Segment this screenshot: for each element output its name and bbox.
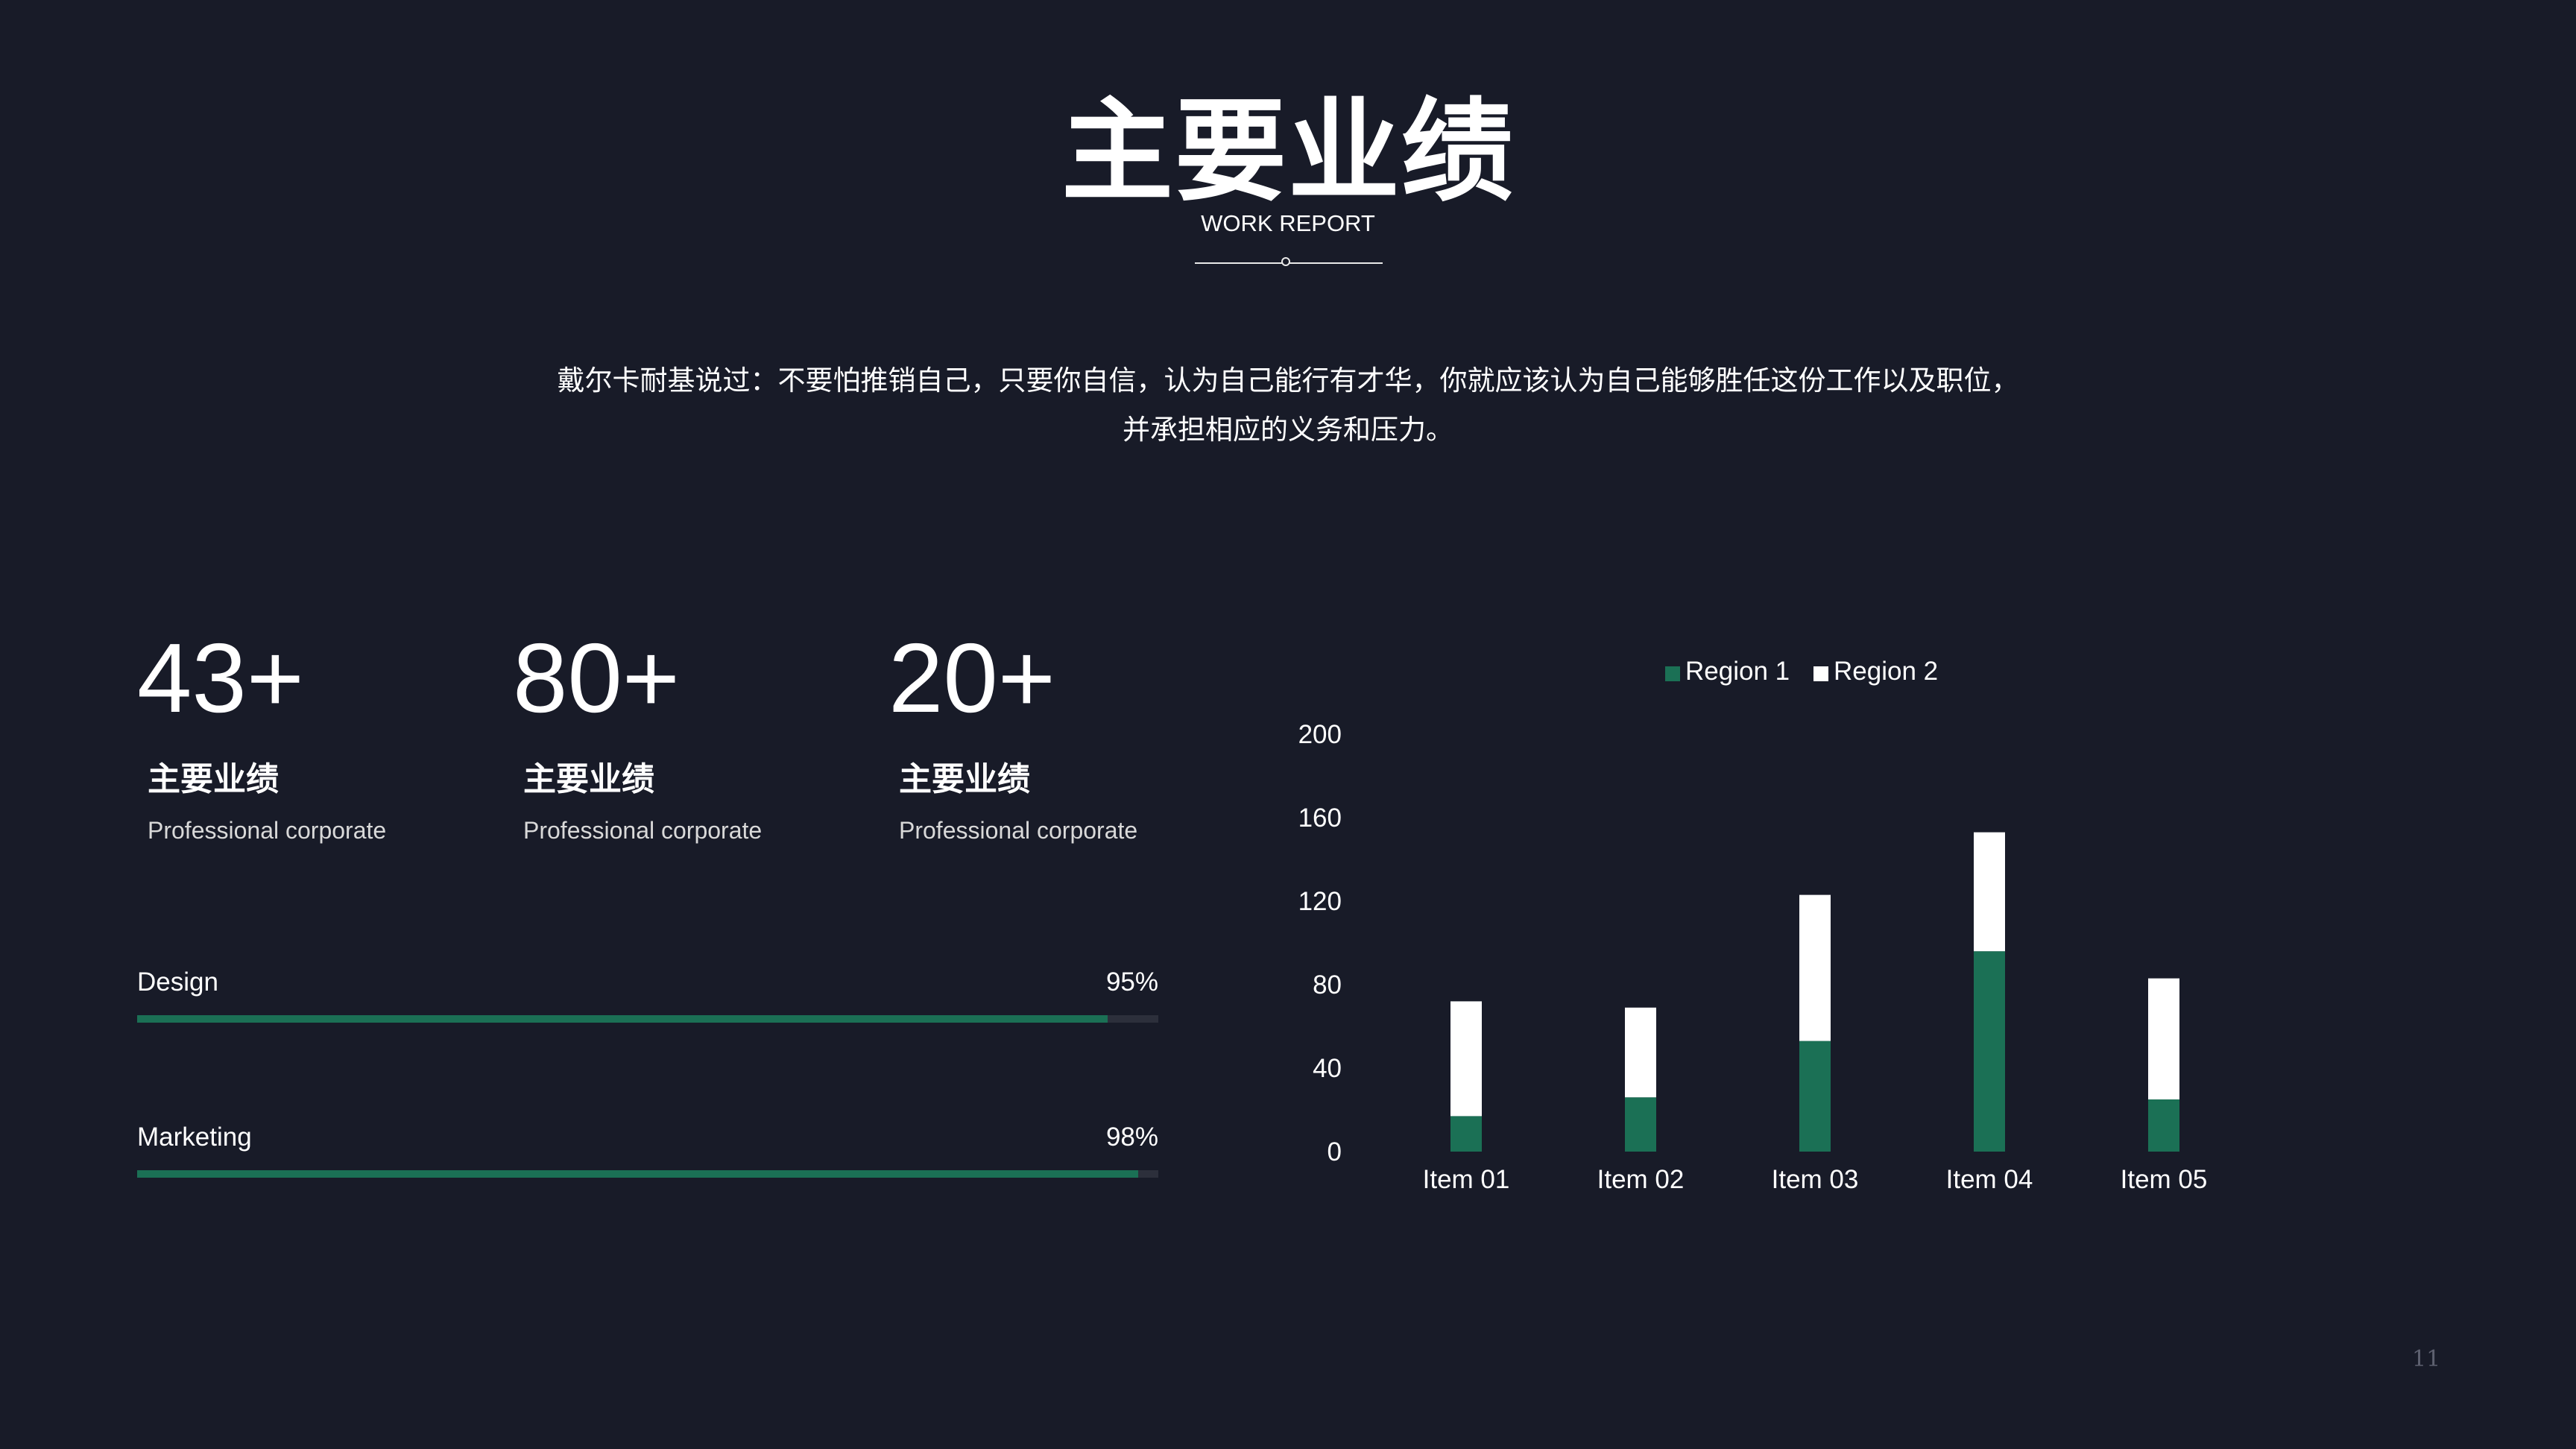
stat-block: 20+ 主要业绩 Professional corporate: [888, 619, 1231, 845]
stat-block: 80+ 主要业绩 Professional corporate: [513, 619, 856, 845]
bar-segment: [1974, 951, 2005, 1152]
legend-label: Region 2: [1834, 657, 1938, 686]
stat-block: 43+ 主要业绩 Professional corporate: [137, 619, 480, 845]
legend-label: Region 1: [1685, 657, 1790, 686]
bar-segment: [1450, 1001, 1482, 1117]
x-tick-label: Item 02: [1597, 1165, 1685, 1194]
stat-number: 43+: [137, 623, 304, 733]
chart-svg: 0 40 80 120 160 200 Item 01 Item 02 Item 03 Item …: [1298, 657, 2208, 1194]
stat-number: 80+: [513, 623, 680, 733]
x-tick-label: Item 01: [1423, 1165, 1510, 1194]
stat-description: Professional corporate: [899, 817, 1138, 844]
page-subtitle: WORK REPORT: [1201, 210, 1375, 236]
skill-percent: 98%: [1105, 1123, 1158, 1152]
stat-number: 20+: [888, 623, 1055, 733]
skill-name: Design: [137, 967, 218, 997]
x-tick-label: Item 04: [1946, 1165, 2033, 1194]
quote-line-2: 并承担相应的义务和压力。: [1123, 414, 1453, 445]
bar-segment: [2148, 978, 2179, 1099]
divider-dot: [1281, 257, 1290, 266]
stat-label: 主要业绩: [148, 761, 279, 798]
progress-track: [137, 1170, 1158, 1178]
quote-paragraph: 戴尔卡耐基说过：不要怕推销自己，只要你自信，认为自己能行有才华，你就应该认为自己…: [0, 356, 2576, 455]
bar-segment: [1974, 832, 2005, 952]
y-tick-label: 80: [1313, 970, 1342, 1000]
progress-track: [137, 1015, 1158, 1023]
stacked-bar-chart: 0 40 80 120 160 200 Item 01 Item 02 Item 03 Item …: [1267, 634, 2311, 1230]
bar-segment: [1625, 1097, 1656, 1152]
skill-marketing: Marketing 98%: [137, 1121, 1158, 1178]
legend-swatch: [1665, 666, 1680, 681]
bar-segment: [1799, 1041, 1831, 1152]
y-tick-label: 120: [1298, 887, 1342, 916]
legend-swatch: [1813, 666, 1828, 681]
skill-name: Marketing: [137, 1123, 252, 1152]
stat-label: 主要业绩: [523, 761, 654, 798]
stat-description: Professional corporate: [523, 817, 763, 844]
bar-segment: [1450, 1116, 1482, 1152]
page-number: 11: [2412, 1346, 2441, 1372]
skill-design: Design 95%: [137, 966, 1158, 1023]
stat-description: Professional corporate: [148, 817, 387, 844]
x-tick-label: Item 05: [2121, 1165, 2208, 1194]
bar-segment: [1799, 894, 1831, 1041]
y-tick-label: 200: [1298, 720, 1342, 749]
bar-segment: [1625, 1007, 1656, 1098]
quote-line-1: 戴尔卡耐基说过：不要怕推销自己，只要你自信，认为自己能行有才华，你就应该认为自己…: [557, 365, 2019, 396]
progress-fill: [137, 1170, 1138, 1178]
page-title: 主要业绩: [1061, 89, 1515, 214]
y-tick-label: 40: [1313, 1054, 1342, 1083]
bar-segment: [2148, 1099, 2179, 1152]
skill-percent: 95%: [1105, 967, 1158, 997]
y-tick-label: 160: [1298, 804, 1342, 833]
y-tick-label: 0: [1328, 1137, 1342, 1167]
progress-fill: [137, 1015, 1108, 1023]
x-tick-label: Item 03: [1772, 1165, 1859, 1194]
stat-label: 主要业绩: [899, 761, 1030, 798]
